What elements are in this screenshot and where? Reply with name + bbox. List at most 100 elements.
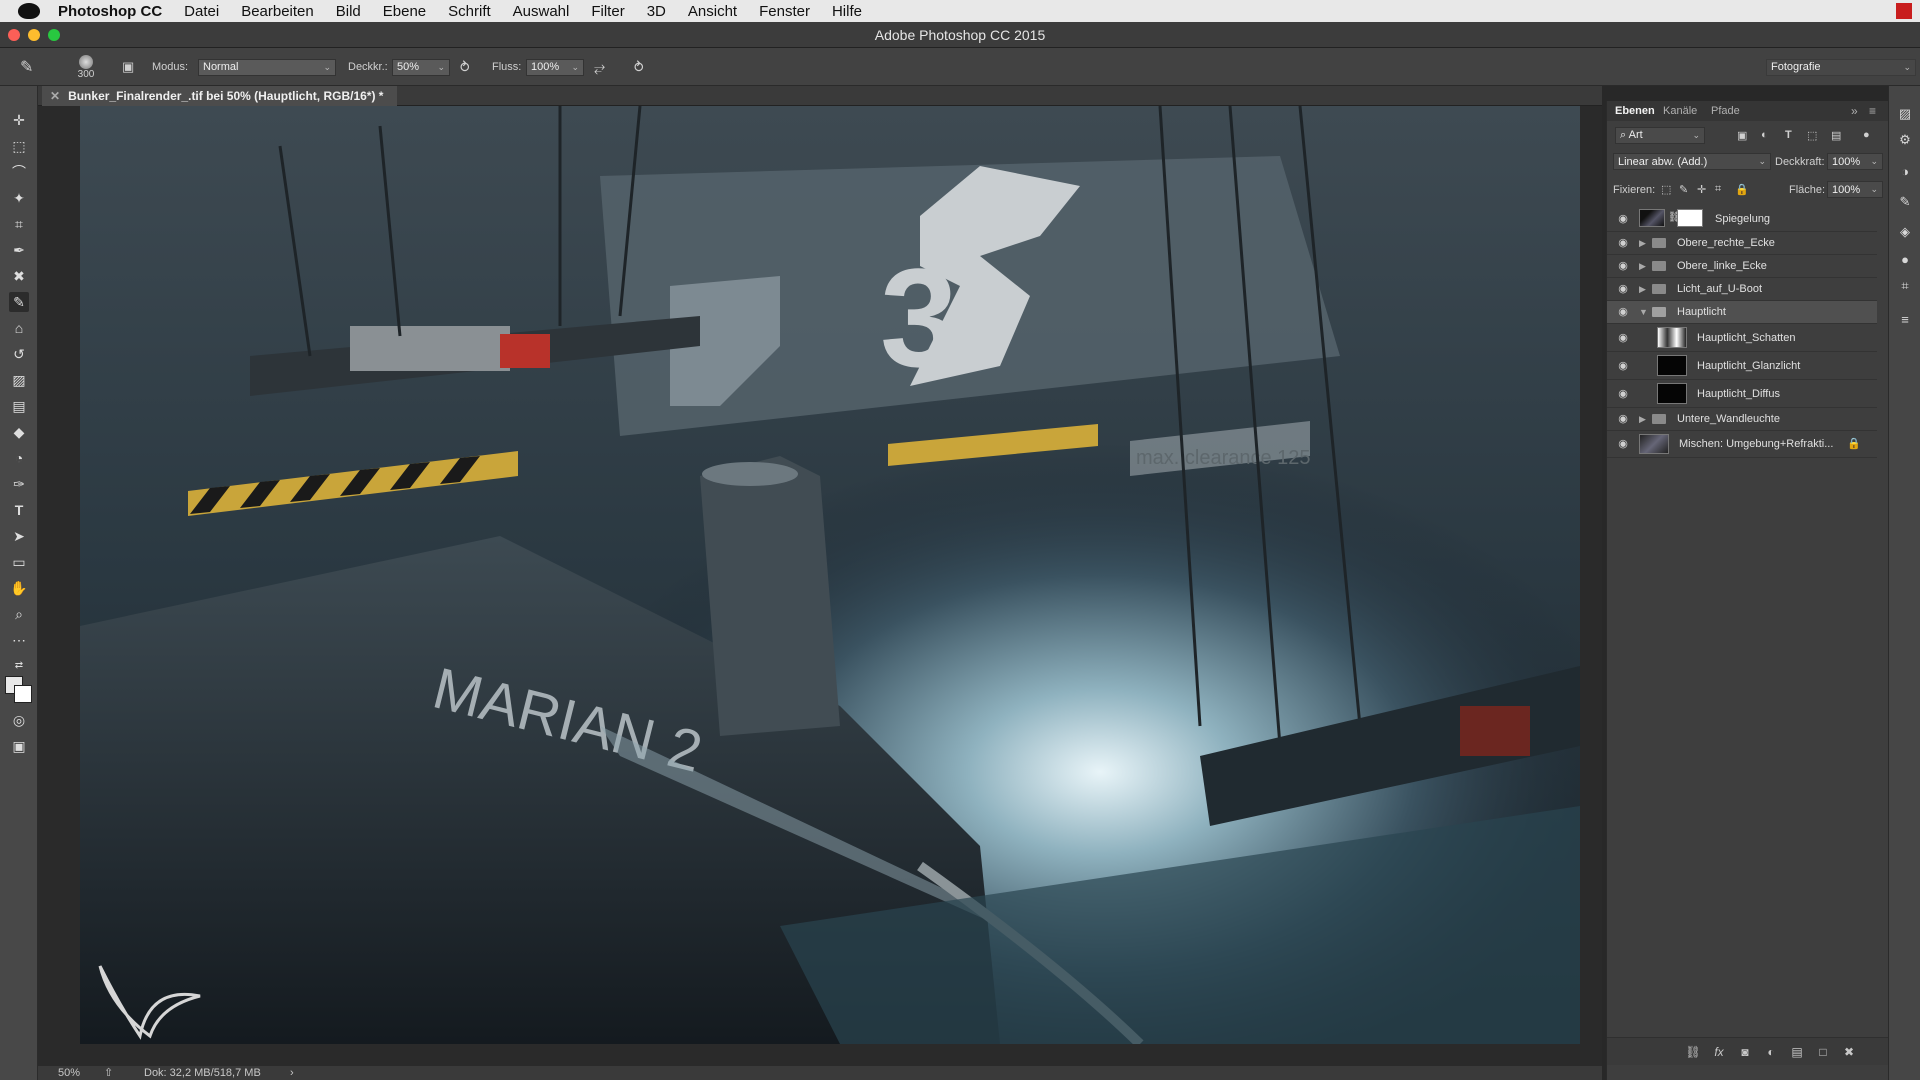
menu-ansicht[interactable]: Ansicht bbox=[677, 3, 748, 20]
layer-row[interactable]: ◉ ▶ Obere_rechte_Ecke bbox=[1607, 232, 1877, 255]
zoom-level[interactable]: 50% bbox=[58, 1066, 80, 1080]
quick-selection-tool-icon[interactable]: ✦ bbox=[9, 188, 29, 208]
menu-schrift[interactable]: Schrift bbox=[437, 3, 502, 20]
zoom-tool-icon[interactable]: ⌕ bbox=[9, 604, 29, 624]
properties-panel-icon[interactable]: ⚙ bbox=[1897, 132, 1913, 148]
menu-datei[interactable]: Datei bbox=[173, 3, 230, 20]
chevron-right-icon[interactable]: ▶ bbox=[1639, 408, 1646, 431]
eye-icon[interactable]: ◉ bbox=[1616, 438, 1630, 450]
eyedropper-tool-icon[interactable]: ✒ bbox=[9, 240, 29, 260]
close-tab-icon[interactable]: ✕ bbox=[50, 89, 60, 103]
layer-row[interactable]: ◉ ▶ Obere_linke_Ecke bbox=[1607, 255, 1877, 278]
lock-artboard-icon[interactable]: ⌗ bbox=[1715, 183, 1721, 196]
history-brush-tool-icon[interactable]: ↺ bbox=[9, 344, 29, 364]
chevron-right-icon[interactable]: ▶ bbox=[1639, 232, 1646, 255]
opacity-field[interactable]: 50% ⌄ bbox=[392, 58, 450, 76]
eye-icon[interactable]: ◉ bbox=[1616, 413, 1630, 425]
more-tools-icon[interactable]: ⋯ bbox=[9, 630, 29, 650]
workspace-select[interactable]: Fotografie ⌄ bbox=[1766, 58, 1916, 76]
document-artwork[interactable]: 3 max. clearance 125 MARIAN 2 bbox=[80, 106, 1580, 1044]
swap-colors-icon[interactable]: ⇄ bbox=[9, 656, 29, 676]
menu-ebene[interactable]: Ebene bbox=[372, 3, 437, 20]
fill-field[interactable]: 100% ⌄ bbox=[1827, 181, 1883, 198]
brush-tool-icon[interactable]: ✎ bbox=[9, 292, 29, 312]
brush-panel-icon[interactable]: ✎ bbox=[1897, 194, 1913, 210]
path-selection-tool-icon[interactable]: ➤ bbox=[9, 526, 29, 546]
menu-bild[interactable]: Bild bbox=[325, 3, 372, 20]
lock-position-icon[interactable]: ✛ bbox=[1697, 183, 1706, 196]
hand-tool-icon[interactable]: ✋ bbox=[9, 578, 29, 598]
eye-icon[interactable]: ◉ bbox=[1616, 260, 1630, 272]
character-panel-icon[interactable]: ≡ bbox=[1897, 312, 1913, 328]
chevron-right-icon[interactable]: ▶ bbox=[1639, 278, 1646, 301]
chevron-right-icon[interactable]: ▶ bbox=[1639, 255, 1646, 278]
status-menu-icon[interactable] bbox=[1896, 3, 1912, 19]
pressure-size-icon[interactable]: ⥁ bbox=[634, 48, 644, 86]
minimize-window-button[interactable] bbox=[28, 29, 40, 41]
crop-tool-icon[interactable]: ⌗ bbox=[9, 214, 29, 234]
tab-kanaele[interactable]: Kanäle bbox=[1663, 101, 1697, 121]
trash-icon[interactable]: ✖ bbox=[1841, 1044, 1857, 1060]
apple-icon[interactable] bbox=[18, 3, 40, 19]
layer-row[interactable]: ◉ Mischen: Umgebung+Refrakti... 🔒 bbox=[1607, 431, 1877, 458]
rectangle-tool-icon[interactable]: ▭ bbox=[9, 552, 29, 572]
menu-bearbeiten[interactable]: Bearbeiten bbox=[230, 3, 325, 20]
healing-brush-tool-icon[interactable]: ✖ bbox=[9, 266, 29, 286]
tab-ebenen[interactable]: Ebenen bbox=[1615, 101, 1655, 121]
pen-tool-icon[interactable]: ✑ bbox=[9, 474, 29, 494]
link-layers-icon[interactable]: ⛓ bbox=[1685, 1044, 1701, 1060]
lock-image-icon[interactable]: ✎ bbox=[1679, 183, 1688, 196]
filter-shape-icon[interactable]: ⬚ bbox=[1807, 129, 1817, 142]
menu-filter[interactable]: Filter bbox=[580, 3, 635, 20]
tab-pfade[interactable]: Pfade bbox=[1711, 101, 1740, 121]
chevron-down-icon[interactable]: ▼ bbox=[1639, 301, 1648, 324]
marquee-tool-icon[interactable]: ⬚ bbox=[9, 136, 29, 156]
lasso-tool-icon[interactable]: ⌒ bbox=[9, 162, 29, 182]
adjustment-layer-icon[interactable]: ◐ bbox=[1763, 1044, 1779, 1060]
collapse-panel-icon[interactable]: » bbox=[1851, 101, 1858, 121]
eye-icon[interactable]: ◉ bbox=[1616, 306, 1630, 318]
eraser-tool-icon[interactable]: ▨ bbox=[9, 370, 29, 390]
pressure-opacity-icon[interactable]: ⥁ bbox=[460, 48, 470, 86]
layers-panel-icon[interactable]: ◈ bbox=[1897, 224, 1913, 240]
layer-style-icon[interactable]: fx bbox=[1711, 1044, 1727, 1060]
history-panel-icon[interactable]: ▨ bbox=[1897, 106, 1913, 122]
quick-mask-icon[interactable]: ◎ bbox=[9, 710, 29, 730]
document-tab[interactable]: ✕ Bunker_Finalrender_.tif bei 50% (Hauptl… bbox=[42, 86, 398, 106]
layer-row[interactable]: ◉ Hauptlicht_Diffus bbox=[1607, 380, 1877, 408]
menu-fenster[interactable]: Fenster bbox=[748, 3, 821, 20]
menu-3d[interactable]: 3D bbox=[636, 3, 677, 20]
share-icon[interactable]: ⇧ bbox=[104, 1066, 113, 1080]
layer-mask-thumbnail[interactable] bbox=[1677, 209, 1703, 227]
layer-opacity-field[interactable]: 100% ⌄ bbox=[1827, 153, 1883, 170]
close-window-button[interactable] bbox=[8, 29, 20, 41]
layer-row-selected[interactable]: ◉ ▼ Hauptlicht bbox=[1607, 301, 1877, 324]
channels-panel-icon[interactable]: ● bbox=[1897, 252, 1913, 268]
blur-tool-icon[interactable]: ◆ bbox=[9, 422, 29, 442]
dodge-tool-icon[interactable]: ◔ bbox=[9, 448, 29, 468]
filter-toggle-icon[interactable]: ● bbox=[1863, 129, 1870, 141]
blend-mode-select[interactable]: Linear abw. (Add.) ⌄ bbox=[1613, 153, 1771, 170]
eye-icon[interactable]: ◉ bbox=[1616, 332, 1630, 344]
screen-mode-icon[interactable]: ▣ bbox=[9, 736, 29, 756]
new-group-icon[interactable]: ▤ bbox=[1789, 1044, 1805, 1060]
layer-row[interactable]: ◉ ⛓ Spiegelung bbox=[1607, 206, 1877, 232]
eye-icon[interactable]: ◉ bbox=[1616, 388, 1630, 400]
mode-select[interactable]: Normal ⌄ bbox=[198, 58, 336, 76]
layer-filter-select[interactable]: ⌕ Art ⌄ bbox=[1615, 127, 1705, 144]
add-mask-icon[interactable]: ◙ bbox=[1737, 1044, 1753, 1060]
menu-hilfe[interactable]: Hilfe bbox=[821, 3, 873, 20]
filter-adjustment-icon[interactable]: ◐ bbox=[1761, 129, 1768, 141]
adjustments-panel-icon[interactable]: ◑ bbox=[1897, 164, 1913, 180]
move-tool-icon[interactable]: ✛ bbox=[9, 110, 29, 130]
layer-row[interactable]: ◉ ▶ Licht_auf_U-Boot bbox=[1607, 278, 1877, 301]
airbrush-icon[interactable]: ⥂ bbox=[594, 48, 605, 86]
paths-panel-icon[interactable]: ⌗ bbox=[1897, 278, 1913, 294]
panel-menu-icon[interactable]: ≡ bbox=[1869, 101, 1876, 121]
eye-icon[interactable]: ◉ bbox=[1616, 360, 1630, 372]
canvas-area[interactable]: 3 max. clearance 125 MARIAN 2 bbox=[38, 106, 1602, 1066]
lock-all-icon[interactable]: 🔒 bbox=[1735, 183, 1749, 196]
chevron-right-icon[interactable]: › bbox=[290, 1066, 294, 1080]
lock-transparency-icon[interactable]: ⬚ bbox=[1661, 183, 1671, 196]
filter-smart-object-icon[interactable]: ▤ bbox=[1831, 129, 1841, 142]
